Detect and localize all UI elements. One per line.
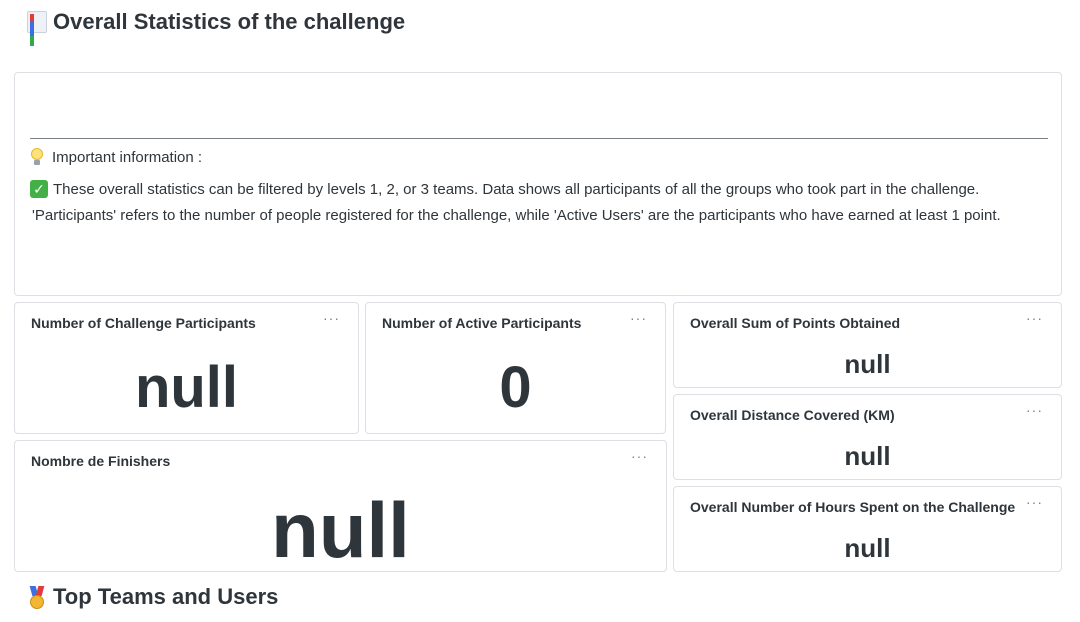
distance-covered-card: Overall Distance Covered (KM) ··· null xyxy=(673,394,1062,480)
overall-statistics-heading: Overall Statistics of the challenge xyxy=(27,9,406,46)
stat-value: null xyxy=(844,441,891,471)
finishers-card: Nombre de Finishers ··· null xyxy=(14,440,667,572)
stat-value: 0 xyxy=(499,355,532,420)
important-information-label: Important information : xyxy=(52,148,203,166)
check-mark-icon: ✓ xyxy=(30,180,48,198)
top-teams-heading: Top Teams and Users xyxy=(27,584,278,610)
top-teams-title: Top Teams and Users xyxy=(53,584,279,609)
more-options-icon[interactable]: ··· xyxy=(1026,311,1043,325)
important-information-heading: Important information : xyxy=(30,148,202,166)
points-obtained-card: Overall Sum of Points Obtained ··· null xyxy=(673,302,1062,388)
stat-value: null xyxy=(844,349,891,379)
stat-title: Overall Number of Hours Spent on the Cha… xyxy=(690,499,1016,515)
stat-title: Number of Active Participants xyxy=(382,315,582,331)
active-participants-card: Number of Active Participants ··· 0 xyxy=(365,302,666,434)
important-information-card: Important information : ✓ These overall … xyxy=(14,72,1062,296)
light-bulb-icon xyxy=(30,148,44,166)
medal-icon xyxy=(27,586,47,609)
stat-value: null xyxy=(271,486,410,574)
overall-statistics-title: Overall Statistics of the challenge xyxy=(53,9,406,34)
info-text-filters: ✓ These overall statistics can be filter… xyxy=(30,180,979,198)
info-text-definitions: 'Participants' refers to the number of p… xyxy=(32,207,1001,224)
info-text-filters-label: These overall statistics can be filtered… xyxy=(53,180,980,198)
stat-title: Overall Distance Covered (KM) xyxy=(690,407,895,423)
stat-title: Overall Sum of Points Obtained xyxy=(690,315,901,331)
more-options-icon[interactable]: ··· xyxy=(630,311,647,325)
hours-spent-card: Overall Number of Hours Spent on the Cha… xyxy=(673,486,1062,572)
bar-chart-icon xyxy=(27,11,47,46)
more-options-icon[interactable]: ··· xyxy=(1026,403,1043,417)
more-options-icon[interactable]: ··· xyxy=(323,311,340,325)
stat-title: Nombre de Finishers xyxy=(31,453,171,469)
more-options-icon[interactable]: ··· xyxy=(631,449,648,463)
stat-value: null xyxy=(134,355,239,420)
stat-value: null xyxy=(844,533,891,563)
divider xyxy=(30,138,1048,139)
stat-title: Number of Challenge Participants xyxy=(31,315,256,331)
challenge-participants-card: Number of Challenge Participants ··· nul… xyxy=(14,302,359,434)
more-options-icon[interactable]: ··· xyxy=(1026,495,1043,509)
